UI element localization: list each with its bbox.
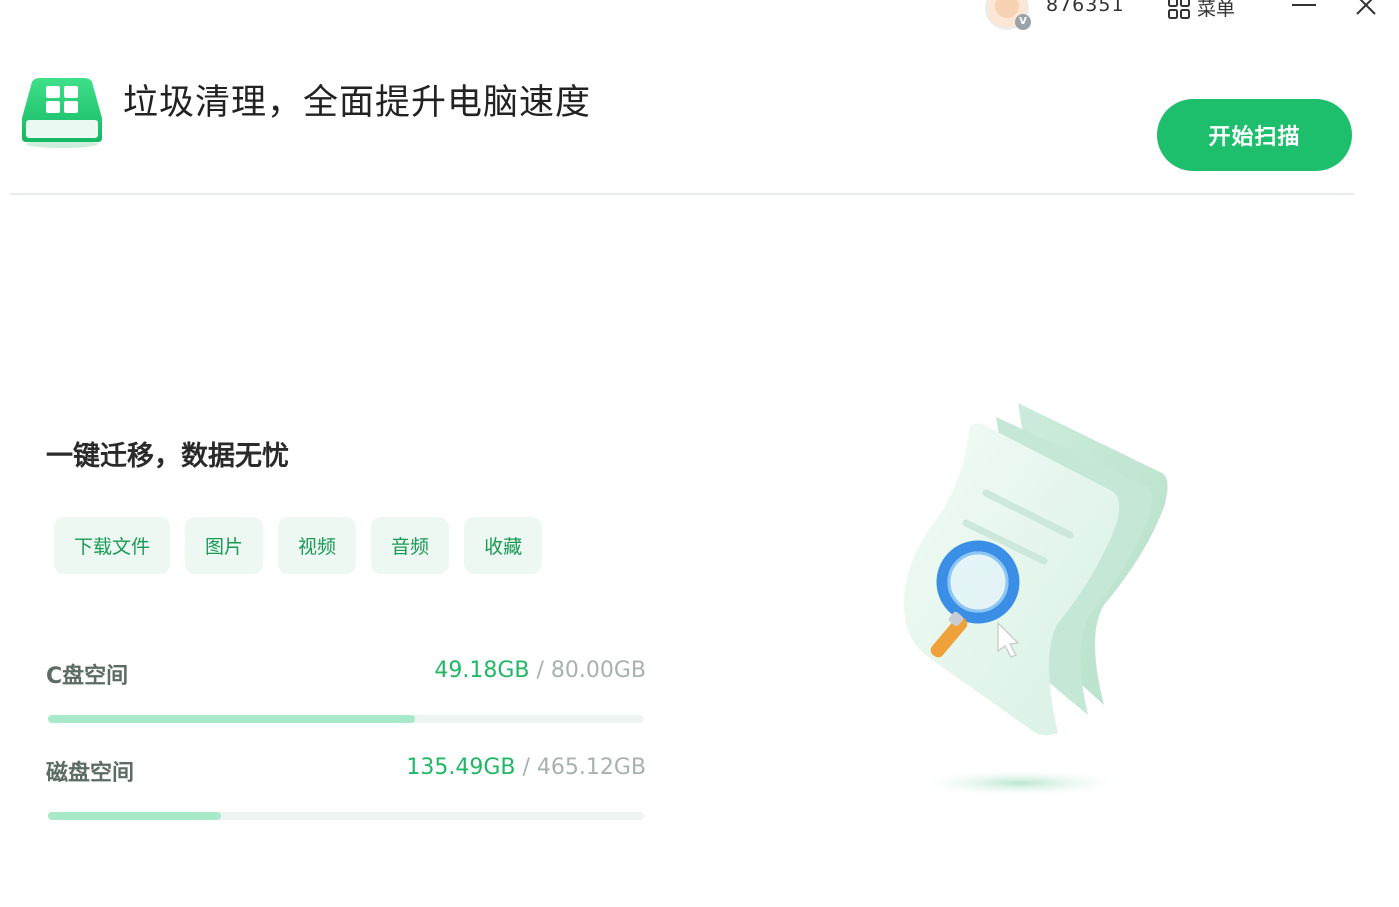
start-scan-button[interactable]: 开始扫描 <box>1157 99 1352 171</box>
tag-favorites[interactable]: 收藏 <box>464 517 543 574</box>
space-used: 135.49GB <box>406 755 516 780</box>
vip-badge: V <box>1015 14 1031 30</box>
menu-button[interactable]: 菜单 <box>1167 0 1235 21</box>
avatar[interactable]: V <box>985 0 1031 30</box>
progress-track <box>48 715 644 723</box>
space-total: 465.12GB <box>536 755 646 780</box>
migration-title: 一键迁移，数据无忧 <box>46 441 289 472</box>
page-title: 垃圾清理，全面提升电脑速度 <box>123 83 592 123</box>
tag-audio[interactable]: 音频 <box>371 517 450 574</box>
tag-downloads[interactable]: 下载文件 <box>54 517 171 574</box>
close-icon[interactable] <box>1355 0 1377 16</box>
tag-videos[interactable]: 视频 <box>278 517 357 574</box>
minimize-icon[interactable] <box>1290 0 1318 12</box>
space-label: 磁盘空间 <box>46 761 135 786</box>
space-label: C盘空间 <box>46 664 129 689</box>
avatar-face <box>995 0 1019 18</box>
progress-fill <box>48 715 415 723</box>
menu-label: 菜单 <box>1197 0 1236 20</box>
space-values: 135.49GB / 465.12GB <box>406 755 646 780</box>
tag-pictures[interactable]: 图片 <box>185 517 264 574</box>
progress-track <box>48 812 644 820</box>
document-magnifier-illustration <box>890 395 1190 805</box>
migration-tags: 下载文件 图片 视频 音频 收藏 <box>54 517 543 574</box>
menu-grid-icon <box>1168 0 1190 19</box>
space-used: 49.18GB <box>434 658 530 683</box>
space-total: 80.00GB <box>550 658 646 683</box>
progress-fill <box>48 812 222 820</box>
space-separator: / <box>515 755 537 780</box>
user-id: 876351 <box>1046 0 1125 16</box>
logo-icon <box>20 78 104 150</box>
header-divider <box>10 193 1354 195</box>
space-values: 49.18GB / 80.00GB <box>434 658 646 683</box>
space-separator: / <box>529 658 551 683</box>
